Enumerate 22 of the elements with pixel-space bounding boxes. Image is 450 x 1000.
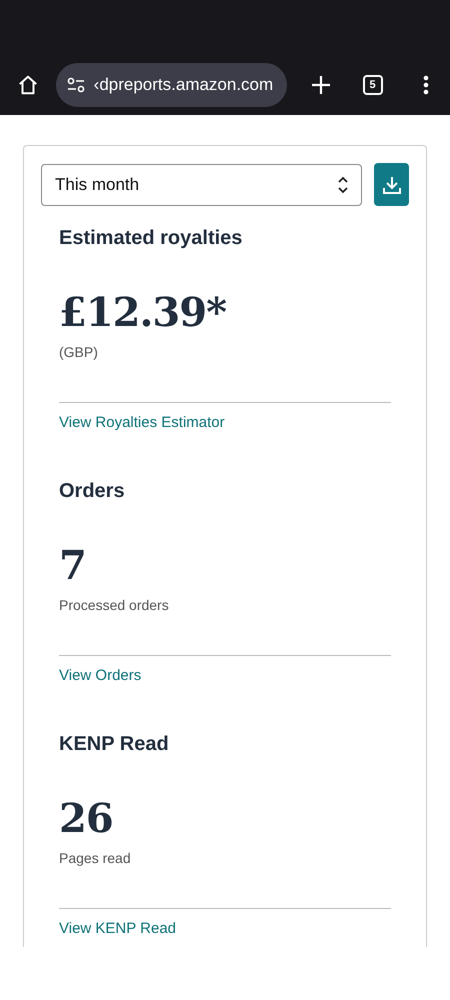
plus-icon [310, 74, 332, 96]
download-button[interactable] [374, 163, 409, 206]
metric-caption: Processed orders [59, 597, 170, 613]
chevron-updown-icon [337, 174, 349, 194]
section-title: KENP Read [59, 733, 170, 757]
view-link[interactable]: View Royalties Estimator [59, 414, 225, 431]
metric-caption: (GBP) [59, 344, 99, 360]
download-icon [382, 174, 402, 194]
metric-caption: Pages read [59, 850, 132, 866]
section-title: Estimated royalties [59, 227, 244, 251]
view-link[interactable]: View KENP Read [59, 920, 176, 937]
view-link[interactable]: View Orders [59, 667, 142, 684]
section-title: Orders [59, 480, 126, 504]
metric-value: £12.39* [59, 289, 228, 338]
metric-value: 7 [59, 542, 87, 591]
site-settings-icon[interactable] [66, 76, 86, 94]
url-text: ‹dpreports.amazon.com [94, 75, 274, 95]
period-dropdown[interactable]: This month [41, 164, 362, 206]
tab-count-button[interactable]: 5 [358, 69, 386, 101]
more-icon [423, 75, 430, 95]
metric-value: 26 [59, 795, 114, 844]
address-bar[interactable]: ‹dpreports.amazon.com [56, 63, 288, 107]
